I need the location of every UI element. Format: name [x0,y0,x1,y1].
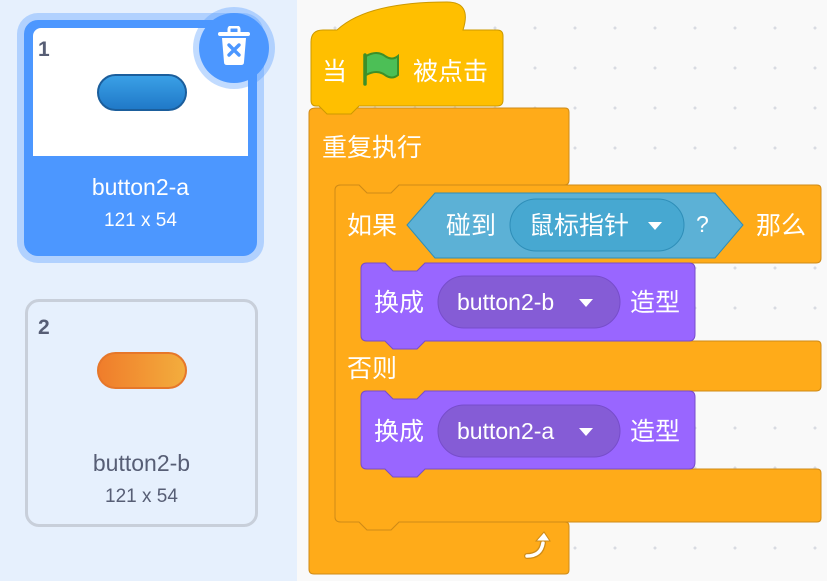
delete-costume-button[interactable] [199,13,269,83]
costume-suffix-label-1: 造型 [630,288,681,317]
then-label: 那么 [756,211,807,240]
question-mark: ? [696,211,709,237]
costume-name: button2-a [91,174,190,200]
switch-costume-label-2: 换成 [374,417,425,446]
costume-size: 121 x 54 [104,210,177,231]
costume-number: 2 [38,316,50,339]
costume-dropdown-value-2: button2-a [457,418,555,444]
chevron-down-icon [579,299,593,307]
costume-size: 121 x 54 [105,486,178,507]
costume-name: button2-b [92,450,191,476]
costume-list: 1 button2-a 121 x 54 2 button2-b 121 x 5… [0,0,297,581]
chevron-down-icon [579,428,593,436]
costume-suffix-label-2: 造型 [630,417,681,446]
else-label: 否则 [347,354,398,383]
hat-suffix-label: 被点击 [413,57,489,86]
chevron-down-icon [648,222,662,230]
trash-icon [216,25,252,70]
touching-target-value: 鼠标指针 [529,211,630,240]
costume-preview-orange-button [97,352,187,389]
costume-thumbnail [33,306,248,434]
costume-number: 1 [38,38,50,61]
costume-dropdown-value-1: button2-b [457,289,555,315]
hat-prefix-label: 当 [322,57,348,86]
touching-label: 碰到 [446,211,497,240]
costume-item-2[interactable]: 2 button2-b 121 x 54 [25,299,258,527]
code-workspace[interactable]: 当 被点击 重复执行 如果 碰到 鼠标指针 ? 那么 换成 button2-b … [297,0,827,581]
if-label: 如果 [347,211,398,240]
costume-preview-blue-button [97,74,187,111]
forever-label: 重复执行 [322,133,423,162]
switch-costume-label-1: 换成 [374,288,425,317]
